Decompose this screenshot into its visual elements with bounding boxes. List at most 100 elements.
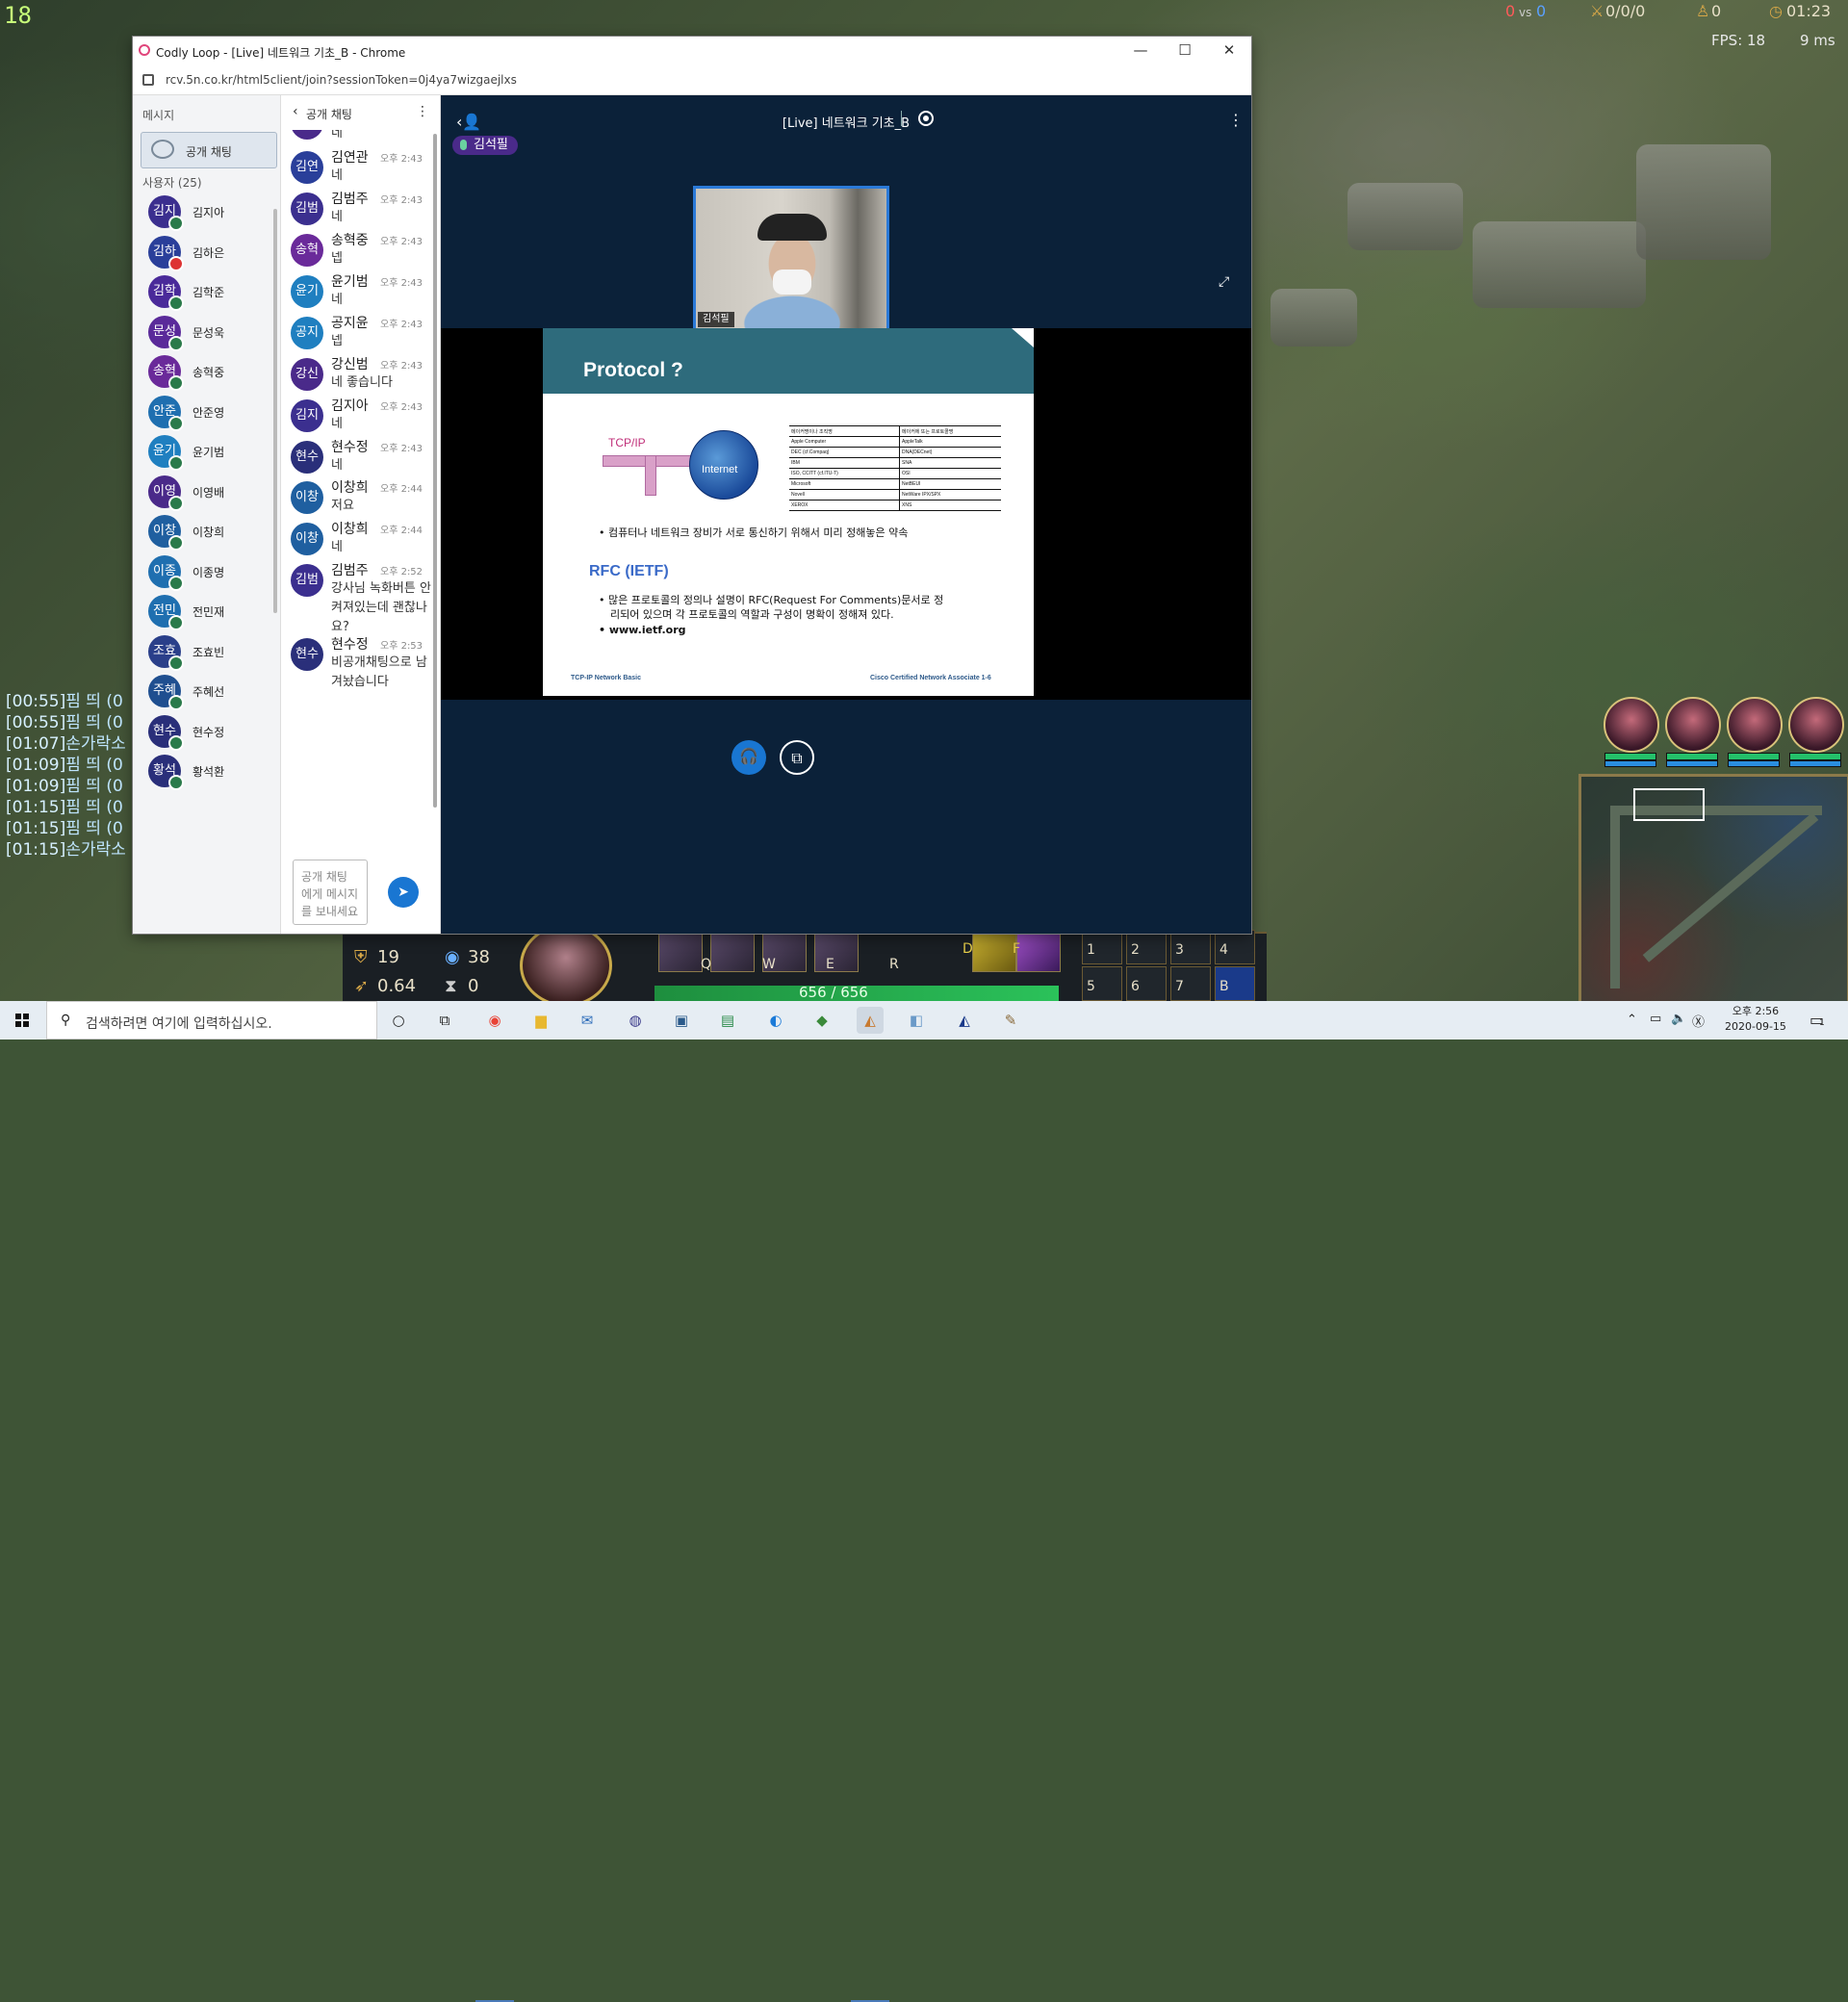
chrome-icon[interactable]: ◉: [481, 1007, 508, 1034]
record-icon[interactable]: [918, 111, 934, 126]
message-sender: 현수정: [331, 637, 369, 653]
avatar: 안준: [148, 395, 184, 431]
chat-log-line: [01:09]핌 띄 (0: [6, 776, 133, 797]
item-slot[interactable]: 4: [1215, 930, 1255, 964]
item-slot[interactable]: 7: [1170, 966, 1211, 1001]
user-list-item[interactable]: 조효 조효빈: [142, 634, 277, 674]
skill-r[interactable]: [814, 932, 859, 972]
user-list-item[interactable]: 황석 황석환: [142, 755, 277, 793]
app-icon[interactable]: ▣: [668, 1007, 695, 1034]
back-chevron-icon[interactable]: ‹: [293, 104, 298, 119]
user-list-item[interactable]: 문성 문성욱: [142, 315, 277, 354]
ally-champion-portrait[interactable]: [1604, 697, 1659, 753]
ally-champion-portrait[interactable]: [1665, 697, 1721, 753]
user-list-item[interactable]: 김지 김지아: [142, 195, 277, 234]
chat-log-time: [01:09]: [6, 756, 66, 775]
minimize-button[interactable]: —: [1118, 37, 1163, 65]
close-button[interactable]: ✕: [1207, 37, 1251, 65]
user-list-item[interactable]: 이영 이영배: [142, 475, 277, 514]
options-menu-icon[interactable]: ⋮: [1228, 111, 1244, 129]
chat-log-text: 손가락소: [65, 734, 126, 754]
user-list-item[interactable]: 김학 김학준: [142, 275, 277, 314]
item-slot[interactable]: 3: [1170, 930, 1211, 964]
user-list-item[interactable]: 윤기 윤기범: [142, 435, 277, 474]
table-header-row: 메이커명이나 조직명 메이커에 또는 프로토콜명: [789, 425, 1001, 437]
left-panel: 메시지 공개 채팅 사용자 (25) 김지 김지아 김하 김하은 김학 김학준 문성 문성욱 송…: [133, 95, 281, 934]
webcam-video[interactable]: 김석필: [693, 186, 889, 332]
item-slot[interactable]: 6: [1126, 966, 1167, 1001]
skill-q[interactable]: [658, 932, 703, 972]
app-icon[interactable]: ◭: [951, 1007, 978, 1034]
avatar: 공지: [291, 317, 323, 349]
summoner-f[interactable]: [1016, 932, 1061, 972]
network-icon[interactable]: ▭: [1650, 1012, 1661, 1026]
send-button[interactable]: ➤: [388, 877, 419, 908]
ime-icon[interactable]: Ⓧ: [1692, 1012, 1705, 1030]
recall-button[interactable]: B: [1215, 966, 1255, 1001]
camera-off-button[interactable]: ⧉: [780, 740, 814, 775]
app-icon[interactable]: ◆: [808, 1007, 835, 1034]
fullscreen-icon[interactable]: ⤢: [1219, 274, 1229, 290]
cortana-icon[interactable]: ○: [385, 1007, 412, 1034]
user-list-item[interactable]: 김하 김하은: [142, 235, 277, 274]
message-text: 네 좋습니다: [331, 375, 393, 390]
user-list-item[interactable]: 주혜 주혜선: [142, 675, 277, 713]
users-scrollbar[interactable]: [273, 209, 277, 613]
chat-message: 이창 이창희 오후 2:44 저요: [281, 477, 435, 516]
app-icon[interactable]: ◧: [903, 1007, 930, 1034]
item-slot[interactable]: 2: [1126, 930, 1167, 964]
avatar: 전민: [148, 595, 184, 630]
avatar: 이창: [291, 481, 323, 514]
user-list-item[interactable]: 현수 현수정: [142, 714, 277, 754]
user-list-item[interactable]: 이창 이창희: [142, 515, 277, 553]
health-bar: [1728, 753, 1780, 760]
volume-icon[interactable]: 🔈: [1671, 1012, 1686, 1026]
taskbar-search[interactable]: ⚲ 검색하려면 여기에 입력하십시오.: [46, 1001, 377, 1040]
user-list-item[interactable]: 안준 안준영: [142, 395, 277, 434]
file-explorer-icon[interactable]: ▆: [527, 1007, 554, 1034]
item-slot[interactable]: 5: [1082, 966, 1122, 1001]
skill-w[interactable]: [710, 932, 755, 972]
mail-icon[interactable]: ✉: [574, 1007, 601, 1034]
app-icon[interactable]: ✎: [997, 1007, 1024, 1034]
avatar: 이종: [148, 554, 184, 591]
chat-scrollbar[interactable]: [433, 134, 437, 808]
talking-indicator: 김석필: [452, 136, 518, 155]
user-list-item[interactable]: 송혁 송혁중: [142, 355, 277, 394]
chat-header: ‹ 공개 채팅 ⋮: [281, 95, 440, 130]
item-slot[interactable]: 1: [1082, 930, 1122, 964]
rock-decoration: [1348, 183, 1463, 250]
maximize-button[interactable]: ☐: [1163, 37, 1207, 65]
url-text[interactable]: rcv.5n.co.kr/html5client/join?sessionTok…: [166, 73, 517, 87]
presentation-slide: Protocol ? TCP/IP Internet 메이커명이나 조직명 메이커…: [543, 328, 1034, 696]
health-text: 656 / 656: [799, 984, 868, 1001]
avatar: 이창: [291, 523, 323, 555]
headphones-button[interactable]: 🎧: [732, 740, 766, 775]
ally-champion-portrait[interactable]: [1788, 697, 1844, 753]
app-icon[interactable]: ▤: [714, 1007, 741, 1034]
item-key-label: 3: [1175, 942, 1184, 958]
chat-log-text: 손가락소: [65, 840, 126, 860]
chat-input[interactable]: 공개 채팅 에게 메시지를 보내세요: [293, 860, 368, 925]
user-list-item[interactable]: 전민 전민재: [142, 595, 277, 633]
table-cell: NetWare IPX/SPX: [899, 489, 1001, 500]
task-view-icon[interactable]: ⧉: [431, 1007, 458, 1034]
public-chat-item[interactable]: 공개 채팅: [141, 132, 277, 168]
chat-menu-icon[interactable]: ⋮: [416, 104, 429, 119]
chevron-up-icon[interactable]: ⌃: [1627, 1013, 1637, 1027]
message-text: 네: [331, 168, 343, 183]
minimap-camera-box[interactable]: [1633, 788, 1705, 821]
app-icon[interactable]: ◍: [622, 1007, 649, 1034]
health-bar: [1789, 753, 1841, 760]
ally-champion-portrait[interactable]: [1727, 697, 1783, 753]
minimap[interactable]: [1578, 774, 1848, 1007]
address-bar[interactable]: rcv.5n.co.kr/html5client/join?sessionTok…: [133, 65, 1251, 95]
summoner-d[interactable]: [972, 932, 1016, 972]
user-list-item[interactable]: 이종 이종명: [142, 554, 277, 594]
start-button[interactable]: [0, 1001, 46, 1040]
champion-portrait[interactable]: [520, 924, 612, 1007]
title-bar[interactable]: Codly Loop - [Live] 네트워크 기초_B - Chrome —…: [133, 37, 1251, 65]
taskbar-clock[interactable]: 오후 2:56 2020-09-15: [1725, 1004, 1786, 1035]
league-client-icon[interactable]: ◭: [857, 1007, 884, 1034]
edge-icon[interactable]: ◐: [762, 1007, 789, 1034]
